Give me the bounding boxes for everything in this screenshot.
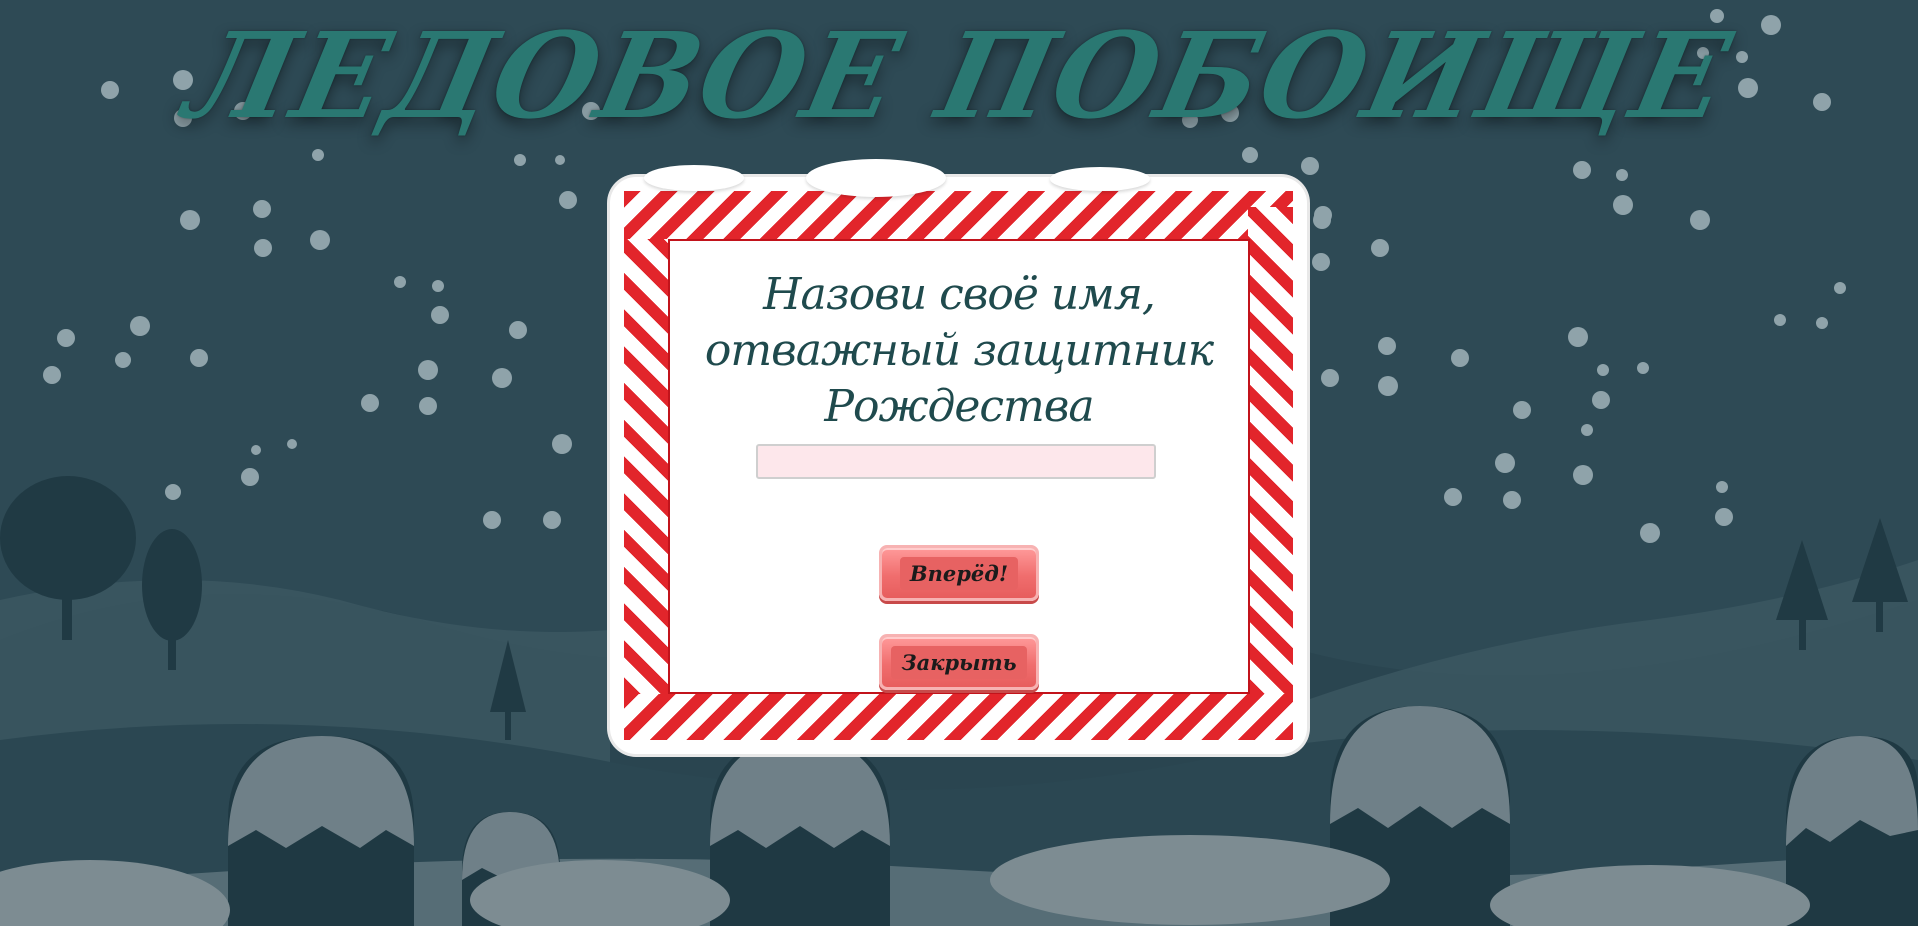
snow-cap-left xyxy=(644,165,744,191)
go-button[interactable]: Вперёд! xyxy=(879,545,1039,601)
go-button-label: Вперёд! xyxy=(899,556,1019,590)
snow-cap-center xyxy=(806,159,946,197)
close-button[interactable]: Закрыть xyxy=(879,634,1039,690)
dialog-content: Назови своё имя, отважный защитник Рожде… xyxy=(668,239,1250,694)
snow-cap-right xyxy=(1050,167,1150,191)
game-title: ЛЕДОВОЕ ПОБОИЩЕ xyxy=(175,6,1743,145)
prompt-line-1: Назови своё имя, xyxy=(763,269,1156,320)
candy-cane-border-top xyxy=(624,191,1293,241)
name-prompt: Назови своё имя, отважный защитник Рожде… xyxy=(670,267,1248,435)
player-name-input[interactable] xyxy=(756,444,1156,479)
candy-cane-border-left xyxy=(624,239,670,694)
prompt-line-2: отважный защитник xyxy=(704,325,1214,376)
candy-cane-border-right xyxy=(1248,207,1293,694)
candy-cane-border-bottom xyxy=(624,692,1293,740)
prompt-line-3: Рождества xyxy=(824,381,1094,432)
name-dialog: Назови своё имя, отважный защитник Рожде… xyxy=(610,159,1307,754)
close-button-label: Закрыть xyxy=(891,645,1027,679)
